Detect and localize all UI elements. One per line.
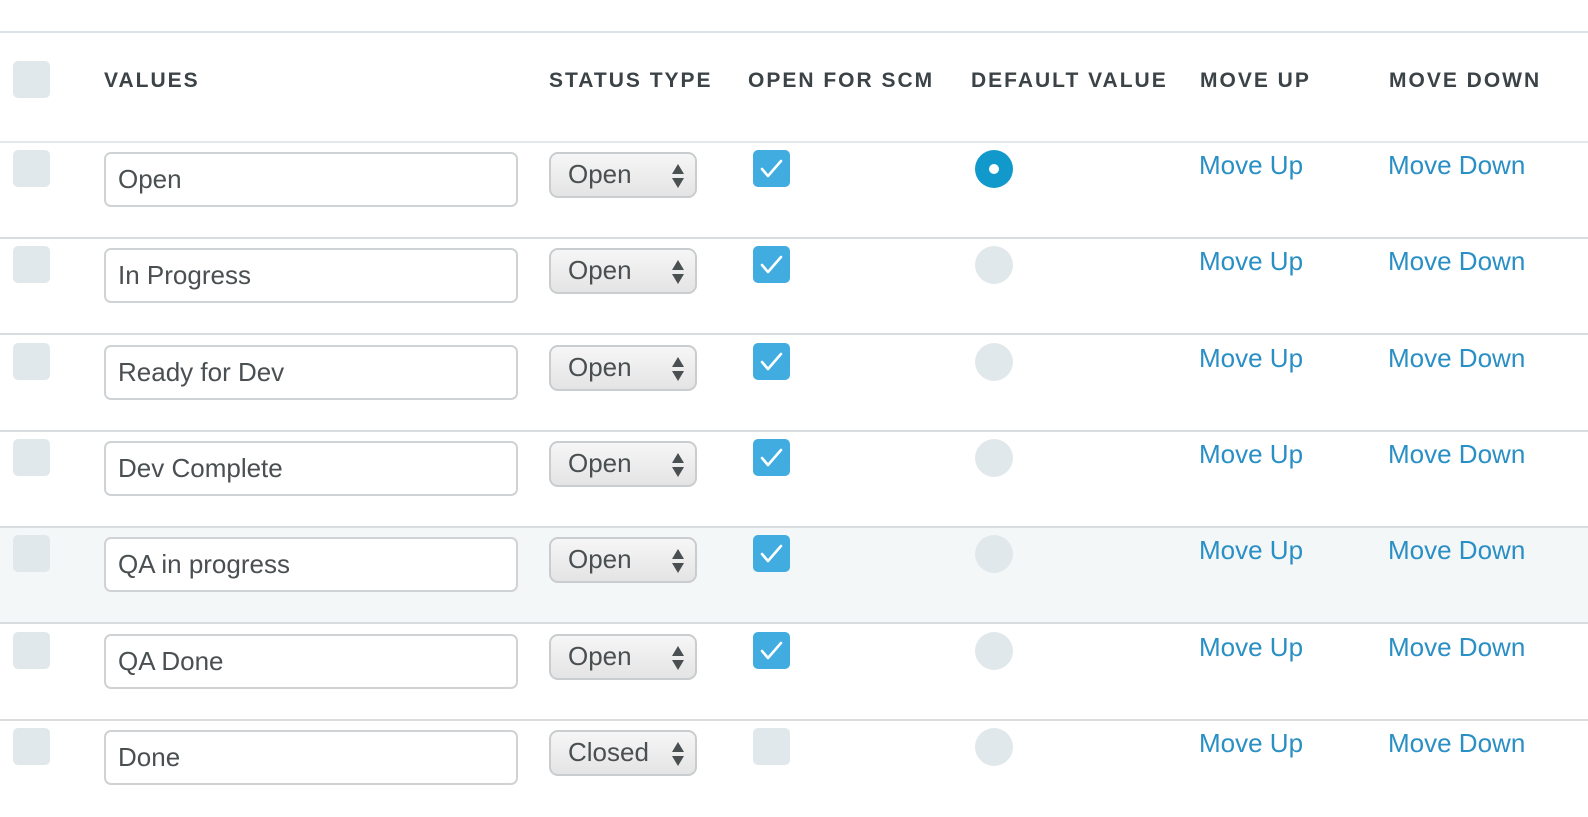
status-type-selected: Open bbox=[568, 351, 632, 382]
move-down-link[interactable]: Move Down bbox=[1388, 535, 1525, 566]
header-open-for-scm: OPEN FOR SCM bbox=[748, 69, 935, 92]
open-for-scm-checkbox[interactable] bbox=[753, 727, 790, 765]
checkmark-icon bbox=[760, 448, 783, 467]
table-row: Open Move Up Move Down bbox=[0, 432, 1588, 528]
status-type-select[interactable]: Open bbox=[549, 248, 697, 295]
table-row: Open Move Up Move Down bbox=[0, 239, 1588, 336]
select-all-checkbox[interactable] bbox=[13, 61, 50, 98]
checkmark-icon bbox=[760, 255, 783, 274]
open-for-scm-checkbox[interactable] bbox=[753, 342, 790, 380]
status-type-selected: Open bbox=[568, 544, 632, 575]
table-row: Open Move Up Move Down bbox=[0, 528, 1588, 625]
value-input[interactable] bbox=[104, 633, 518, 689]
default-value-radio[interactable] bbox=[975, 246, 1013, 285]
select-arrows-icon bbox=[672, 549, 684, 574]
checkmark-icon bbox=[760, 544, 783, 563]
default-value-radio[interactable] bbox=[975, 438, 1013, 477]
value-input[interactable] bbox=[104, 440, 518, 496]
select-arrows-icon bbox=[672, 452, 684, 477]
select-arrows-icon bbox=[672, 356, 684, 381]
value-input[interactable] bbox=[104, 537, 518, 593]
open-for-scm-checkbox[interactable] bbox=[753, 631, 790, 669]
status-type-selected: Open bbox=[568, 447, 632, 478]
row-select-checkbox[interactable] bbox=[13, 246, 50, 284]
value-input[interactable] bbox=[104, 344, 518, 400]
table-row: Open Move Up Move Down bbox=[0, 143, 1588, 239]
header-move-down: MOVE DOWN bbox=[1389, 69, 1542, 92]
row-select-checkbox[interactable] bbox=[13, 150, 50, 187]
default-value-radio[interactable] bbox=[975, 631, 1013, 670]
table-row: Open Move Up Move Down bbox=[0, 625, 1588, 721]
open-for-scm-checkbox[interactable] bbox=[753, 438, 790, 476]
move-up-link[interactable]: Move Up bbox=[1199, 246, 1303, 277]
open-for-scm-checkbox[interactable] bbox=[753, 150, 790, 187]
select-arrows-icon bbox=[672, 645, 684, 670]
row-select-checkbox[interactable] bbox=[13, 631, 50, 669]
row-select-checkbox[interactable] bbox=[13, 535, 50, 573]
checkmark-icon bbox=[760, 159, 783, 178]
move-down-link[interactable]: Move Down bbox=[1388, 150, 1525, 181]
move-up-link[interactable]: Move Up bbox=[1199, 343, 1303, 374]
select-arrows-icon bbox=[672, 164, 684, 188]
status-type-selected: Open bbox=[568, 159, 632, 189]
move-down-link[interactable]: Move Down bbox=[1388, 632, 1525, 663]
status-type-select[interactable]: Open bbox=[549, 344, 697, 391]
move-up-link[interactable]: Move Up bbox=[1199, 150, 1303, 181]
default-value-radio[interactable] bbox=[975, 150, 1013, 188]
row-select-checkbox[interactable] bbox=[13, 727, 50, 765]
header-move-up: MOVE UP bbox=[1200, 69, 1311, 92]
move-up-link[interactable]: Move Up bbox=[1199, 632, 1303, 663]
select-arrows-icon bbox=[672, 741, 684, 766]
row-select-checkbox[interactable] bbox=[13, 438, 50, 476]
header-values: VALUES bbox=[104, 69, 200, 92]
move-down-link[interactable]: Move Down bbox=[1388, 246, 1525, 277]
status-type-select[interactable]: Open bbox=[549, 440, 697, 487]
status-type-selected: Open bbox=[568, 640, 632, 671]
value-input[interactable] bbox=[104, 729, 518, 785]
open-for-scm-checkbox[interactable] bbox=[753, 535, 790, 573]
header-default-value: DEFAULT VALUE bbox=[971, 69, 1168, 92]
header-status-type: STATUS TYPE bbox=[549, 69, 713, 92]
move-up-link[interactable]: Move Up bbox=[1199, 728, 1303, 759]
status-type-select[interactable]: Open bbox=[549, 152, 697, 198]
status-type-select[interactable]: Open bbox=[549, 537, 697, 584]
default-value-radio[interactable] bbox=[975, 535, 1013, 574]
table-row: Closed Move Up Move Down bbox=[0, 721, 1588, 817]
select-arrows-icon bbox=[672, 260, 684, 285]
open-for-scm-checkbox[interactable] bbox=[753, 246, 790, 284]
move-up-link[interactable]: Move Up bbox=[1199, 439, 1303, 470]
move-down-link[interactable]: Move Down bbox=[1388, 343, 1525, 374]
move-down-link[interactable]: Move Down bbox=[1388, 439, 1525, 470]
move-down-link[interactable]: Move Down bbox=[1388, 728, 1525, 759]
status-type-select[interactable]: Open bbox=[549, 633, 697, 680]
status-type-selected: Closed bbox=[568, 736, 649, 767]
table-row: Open Move Up Move Down bbox=[0, 336, 1588, 432]
default-value-radio[interactable] bbox=[975, 727, 1013, 766]
default-value-radio[interactable] bbox=[975, 342, 1013, 381]
status-type-selected: Open bbox=[568, 255, 632, 286]
table-header: VALUES STATUS TYPE OPEN FOR SCM DEFAULT … bbox=[0, 33, 1588, 142]
value-input[interactable] bbox=[104, 152, 518, 207]
checkmark-icon bbox=[760, 352, 783, 370]
move-up-link[interactable]: Move Up bbox=[1199, 535, 1303, 566]
value-input[interactable] bbox=[104, 248, 518, 304]
checkmark-icon bbox=[760, 641, 783, 659]
status-type-select[interactable]: Closed bbox=[549, 729, 697, 776]
row-select-checkbox[interactable] bbox=[13, 342, 50, 380]
